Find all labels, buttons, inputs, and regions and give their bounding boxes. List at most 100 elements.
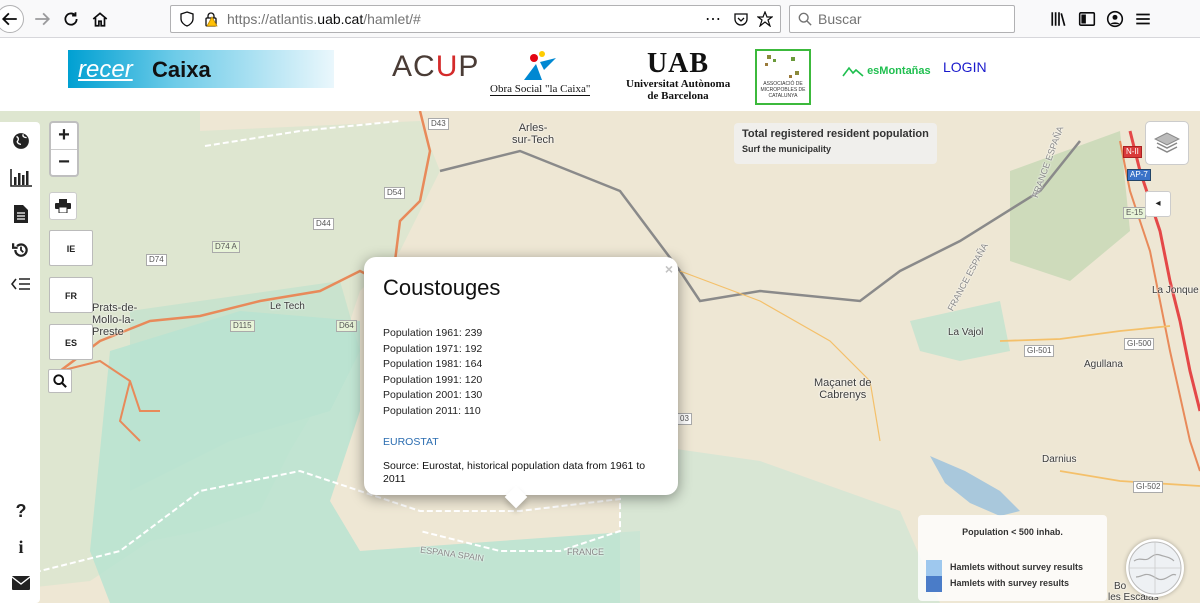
road-d44: D44 [313,218,334,230]
map[interactable]: Arles-sur-Tech Prats-de- Mollo-la- Preste … [0,111,1200,603]
eurostat-link[interactable]: EUROSTAT [383,436,439,448]
popup-close-button[interactable]: × [665,261,673,277]
site-header: recer Caixa ACUP Obra Social "la Caixa" … [0,38,1200,111]
pocket-icon[interactable] [733,11,749,27]
printer-icon [55,199,71,213]
feature-popup: × Coustouges Population 1961: 239 Popula… [364,257,678,509]
lang-es-button[interactable]: ES [49,324,93,360]
home-icon [92,12,108,27]
info-icon[interactable]: i [10,536,32,558]
home-button[interactable] [86,5,114,33]
label-arles: Arles-sur-Tech [512,122,555,146]
road-d74: D74 [146,254,167,266]
popup-source: Source: Eurostat, historical population … [383,460,646,485]
map-legend: Population < 500 inhab. Hamlets without … [918,515,1107,601]
population-list: Population 1961: 239 Population 1971: 19… [383,326,482,419]
account-icon [1106,10,1124,28]
login-link[interactable]: LOGIN [943,59,987,75]
obra-social-logo[interactable]: Obra Social "la Caixa" [490,50,590,100]
recercaixa-logo[interactable]: recer Caixa [68,50,334,88]
left-toolbar: ? i [0,122,40,603]
star-icon [524,51,556,80]
address-bar[interactable]: https://atlantis.uab.cat/hamlet/# ⋯ [170,5,781,33]
mail-icon[interactable] [10,572,32,594]
population-item: Population 1991: 120 [383,373,483,386]
label-la-jonquera: La Jonque [1152,285,1199,296]
info-panel-title: Total registered resident population [742,128,929,140]
print-button[interactable] [49,192,77,220]
population-item: Population 1981: 164 [383,358,483,370]
arrow-right-icon [35,12,51,26]
zoom-in-button[interactable]: + [51,123,77,150]
road-e15: E-15 [1123,207,1146,219]
road-d43: D43 [428,118,449,130]
library-button[interactable] [1045,5,1073,33]
history-icon[interactable] [10,239,32,261]
road-d74a: D74 A [212,241,240,253]
sidebar-button[interactable] [1073,5,1101,33]
arrow-left-icon [1,12,17,26]
legend-swatch-without [926,560,942,576]
sidebar-icon [1078,12,1096,26]
popup-title: Coustouges [383,275,501,300]
world-globe-icon [1128,541,1182,595]
acup-logo[interactable]: ACUP [392,50,479,84]
legend-swatch-with [926,576,942,592]
esmontanas-logo[interactable]: esMontañas [842,65,931,77]
list-collapse-icon[interactable] [10,273,32,295]
globe-icon[interactable] [10,130,32,152]
url-text: https://atlantis.uab.cat/hamlet/# [227,11,421,27]
menu-button[interactable] [1129,5,1157,33]
micropobles-logo[interactable]: ASSOCIACIÓ DE MICROPOBLES DE CATALUNYA [755,49,811,105]
legend-label-without: Hamlets without survey results [950,562,1084,572]
micropobles-squares-icon [765,55,799,78]
info-panel: Total registered resident population Sur… [734,123,937,164]
document-icon[interactable] [10,203,32,225]
bookmark-star-icon[interactable] [757,11,773,27]
search-input[interactable]: Buscar [789,5,1015,33]
forward-button[interactable] [28,5,56,33]
population-item: Population 1961: 239 [383,327,483,339]
label-le-tech: Le Tech [270,301,305,312]
label-agullana: Agullana [1084,359,1123,370]
insecure-lock-icon[interactable] [203,11,219,27]
bar-chart-icon[interactable] [10,167,32,189]
road-gi502: GI-502 [1133,481,1164,493]
road-d3: 03 [677,413,692,425]
search-icon [798,12,812,26]
road-gi500: GI-500 [1124,338,1155,350]
label-la-vajol: La Vajol [948,327,984,338]
collapse-panel-button[interactable]: ◂ [1145,191,1171,217]
mountain-icon [842,66,864,77]
zoom-control: + − [49,121,79,177]
zoom-out-button[interactable]: − [51,150,77,176]
map-search-button[interactable] [48,369,72,393]
road-d54: D54 [384,187,405,199]
lang-ie-button[interactable]: IE [49,230,93,266]
road-n2: N-II [1123,146,1142,158]
label-macanet: Maçanet de Cabrenys [814,377,872,401]
minimap-globe[interactable] [1126,539,1184,597]
label-prats: Prats-de- Mollo-la- Preste [92,302,138,338]
population-item: Population 2001: 130 [383,389,483,401]
hamburger-icon [1136,13,1150,25]
road-d64: D64 [336,320,357,332]
reload-icon [64,12,78,26]
label-border-4: FRANCE [567,547,605,557]
uab-logo[interactable]: UAB Universitat Autònoma de Barcelona [626,50,730,108]
reload-button[interactable] [57,5,85,33]
road-d115: D115 [230,320,255,332]
help-icon[interactable]: ? [10,500,32,522]
page-actions-button[interactable]: ⋯ [705,9,721,29]
label-darnius: Darnius [1042,454,1077,465]
shield-icon[interactable] [179,11,195,27]
population-item: Population 1971: 192 [383,342,483,355]
lang-fr-button[interactable]: FR [49,277,93,313]
search-placeholder: Buscar [818,11,862,27]
magnifier-icon [53,374,67,388]
back-button[interactable] [0,5,24,33]
account-button[interactable] [1101,5,1129,33]
layers-button[interactable] [1145,121,1189,165]
library-icon [1051,12,1066,26]
legend-label-with: Hamlets with survey results [950,578,1070,588]
